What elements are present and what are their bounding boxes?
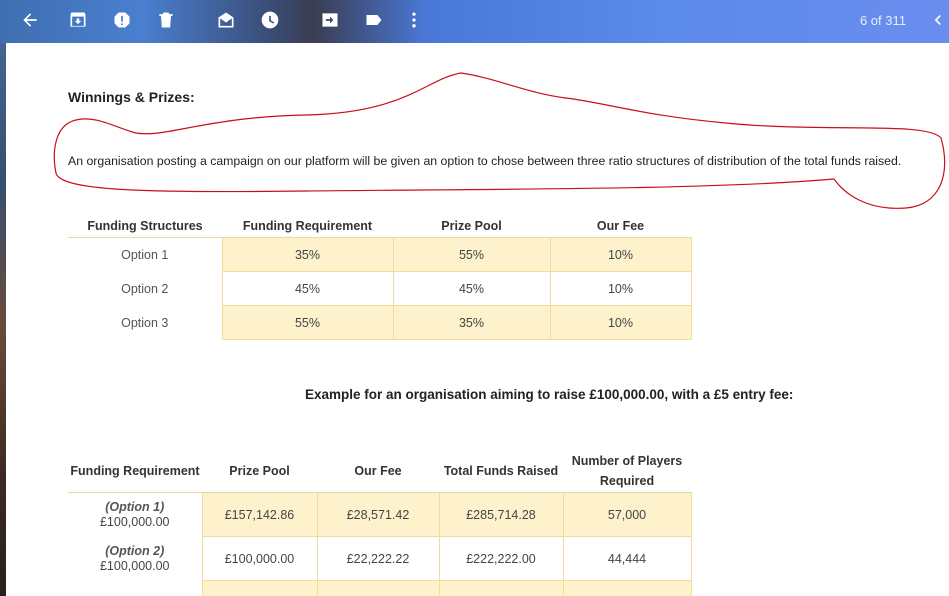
row-label: Option 2: [121, 281, 169, 296]
column-header: Number of Players Required: [563, 450, 691, 493]
table-row: (Option 1) £100,000.00 £157,142.86 £28,5…: [68, 492, 692, 537]
column-header: Funding Requirement: [222, 215, 393, 238]
table-cell: 10%: [549, 237, 692, 272]
table-cell: £22,222.22: [316, 536, 440, 581]
table-cell: 35%: [221, 237, 394, 272]
move-to-icon[interactable]: [318, 8, 342, 32]
row-label: [68, 581, 202, 596]
example-caption: Example for an organisation aiming to ra…: [305, 387, 794, 402]
chevron-left-icon[interactable]: [926, 8, 949, 32]
row-label: (Option 1) £100,000.00: [68, 493, 202, 537]
label-icon[interactable]: [362, 8, 386, 32]
page-count: 6 of 311: [859, 13, 906, 28]
column-header: Prize Pool: [202, 450, 317, 493]
row-label: Option 1: [121, 247, 169, 262]
table-cell: [316, 580, 440, 596]
column-header: Our Fee: [550, 215, 691, 238]
table-cell: £222,222.00: [438, 536, 564, 581]
table-row: (Option 2) £100,000.00 £100,000.00 £22,2…: [68, 536, 692, 581]
column-header: Our Fee: [317, 450, 439, 493]
annotation-scribble: [53, 72, 946, 209]
table-row: Option 2 45% 45% 10%: [68, 271, 692, 306]
column-header: Funding Structures: [68, 215, 222, 238]
toolbar: 6 of 311: [0, 0, 949, 43]
row-label: (Option 2) £100,000.00: [68, 537, 202, 581]
row-label: Option 3: [121, 315, 169, 330]
section-heading: Winnings & Prizes:: [68, 89, 195, 105]
more-vert-icon[interactable]: [402, 8, 426, 32]
table-cell: [562, 580, 692, 596]
intro-paragraph: An organisation posting a campaign on ou…: [68, 154, 902, 168]
option-amount: £100,000.00: [99, 514, 170, 529]
column-header: Prize Pool: [393, 215, 550, 238]
mark-unread-icon[interactable]: [214, 8, 238, 32]
delete-icon[interactable]: [154, 8, 178, 32]
report-spam-icon[interactable]: [110, 8, 134, 32]
table-cell: [438, 580, 564, 596]
archive-icon[interactable]: [66, 8, 90, 32]
table-cell: 57,000: [562, 492, 692, 537]
back-arrow-icon[interactable]: [18, 8, 42, 32]
table-cell: 10%: [549, 305, 692, 340]
table-row: Option 3 55% 35% 10%: [68, 305, 692, 340]
column-header: Funding Requirement: [68, 450, 202, 493]
option-name: (Option 2): [105, 543, 165, 558]
table-cell: 55%: [392, 237, 551, 272]
table-cell: 55%: [221, 305, 394, 340]
table-cell: £100,000.00: [201, 536, 318, 581]
table-cell: 44,444: [562, 536, 692, 581]
table-cell: 45%: [392, 271, 551, 306]
funding-structures-table: Funding Structures Funding Requirement P…: [68, 215, 692, 340]
table-cell: [201, 580, 318, 596]
table-cell: 45%: [221, 271, 394, 306]
option-amount: £100,000.00: [99, 558, 170, 573]
snooze-icon[interactable]: [258, 8, 282, 32]
table-cell: 35%: [392, 305, 551, 340]
table-cell: £28,571.42: [316, 492, 440, 537]
table-cell: 10%: [549, 271, 692, 306]
column-header: Total Funds Raised: [439, 450, 563, 493]
table-cell: £157,142.86: [201, 492, 318, 537]
option-name: (Option 1): [105, 499, 165, 514]
table-row: Option 1 35% 55% 10%: [68, 237, 692, 272]
example-table: Funding Requirement Prize Pool Our Fee T…: [68, 450, 692, 596]
email-body: Winnings & Prizes: An organisation posti…: [6, 43, 949, 596]
table-row: [68, 580, 692, 596]
table-cell: £285,714.28: [438, 492, 564, 537]
